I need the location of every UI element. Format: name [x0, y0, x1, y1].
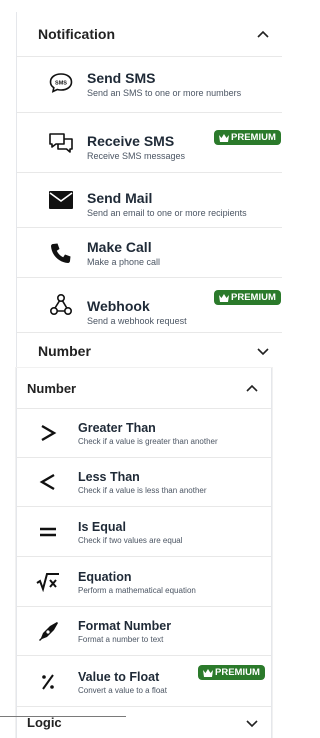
node-description: Check if a value is greater than another	[78, 437, 218, 446]
crown-icon	[219, 293, 229, 302]
node-value-to-float[interactable]: Value to Float Convert a value to a floa…	[17, 656, 271, 707]
premium-badge: PREMIUM	[198, 665, 265, 680]
node-title: Equation	[78, 570, 132, 584]
canvas-connector-line	[0, 716, 126, 717]
node-description: Format a number to text	[78, 635, 164, 644]
premium-badge: PREMIUM	[214, 290, 281, 305]
node-description: Check if two values are equal	[78, 536, 183, 545]
node-title: Is Equal	[78, 520, 126, 534]
square-root-icon	[34, 568, 62, 596]
premium-badge: PREMIUM	[214, 130, 281, 145]
node-description: Convert a value to a float	[78, 686, 167, 695]
notification-panel: Notification SMS Send SMS Send an SMS to…	[16, 12, 282, 368]
sms-bubble-icon: SMS	[47, 69, 75, 97]
node-title: Webhook	[87, 298, 150, 314]
envelope-icon	[47, 186, 75, 214]
node-webhook[interactable]: Webhook Send a webhook request PREMIUM	[17, 278, 282, 333]
node-less-than[interactable]: Less Than Check if a value is less than …	[17, 458, 271, 507]
node-title: Send Mail	[87, 190, 153, 206]
number-section-header[interactable]: Number	[17, 368, 271, 409]
premium-label: PREMIUM	[231, 292, 276, 303]
pen-icon	[34, 617, 62, 645]
section-title: Notification	[38, 26, 115, 42]
node-title: Value to Float	[78, 670, 160, 684]
node-description: Check if a value is less than another	[78, 486, 207, 495]
node-description: Perform a mathematical equation	[78, 586, 196, 595]
node-receive-sms[interactable]: Receive SMS Receive SMS messages PREMIUM	[17, 113, 282, 173]
node-description: Send a webhook request	[87, 316, 187, 326]
node-greater-than[interactable]: Greater Than Check if a value is greater…	[17, 409, 271, 458]
crown-icon	[203, 668, 213, 677]
section-title: Number	[38, 342, 91, 359]
node-title: Greater Than	[78, 421, 156, 435]
premium-label: PREMIUM	[215, 667, 260, 678]
logic-section-header-collapsed[interactable]: Logic	[17, 707, 271, 738]
node-send-sms[interactable]: SMS Send SMS Send an SMS to one or more …	[17, 57, 282, 113]
node-title: Send SMS	[87, 70, 156, 86]
node-make-call[interactable]: Make Call Make a phone call	[17, 228, 282, 278]
percent-icon	[34, 668, 62, 696]
node-description: Receive SMS messages	[87, 151, 186, 161]
node-is-equal[interactable]: Is Equal Check if two values are equal	[17, 507, 271, 557]
section-title: Number	[27, 380, 77, 396]
svg-text:SMS: SMS	[55, 80, 67, 86]
number-section-header-collapsed[interactable]: Number	[17, 333, 282, 368]
node-format-number[interactable]: Format Number Format a number to text	[17, 607, 271, 656]
number-panel: Number Greater Than Check if a value is …	[16, 368, 272, 738]
section-title: Logic	[27, 715, 62, 730]
node-equation[interactable]: Equation Perform a mathematical equation	[17, 557, 271, 607]
chevron-down-icon	[257, 347, 269, 355]
chat-bubbles-icon	[47, 129, 75, 157]
premium-label: PREMIUM	[231, 132, 276, 143]
equals-icon	[34, 518, 62, 546]
node-title: Make Call	[87, 239, 152, 255]
chevron-up-icon	[257, 30, 269, 38]
node-description: Send an email to one or more recipients	[87, 208, 247, 218]
notification-section-header[interactable]: Notification	[17, 12, 282, 57]
crown-icon	[219, 133, 229, 142]
node-title: Less Than	[78, 470, 140, 484]
less-than-icon	[34, 468, 62, 496]
node-send-mail[interactable]: Send Mail Send an email to one or more r…	[17, 173, 282, 228]
chevron-down-icon	[246, 719, 258, 727]
phone-icon	[47, 239, 75, 267]
node-title: Format Number	[78, 619, 172, 633]
node-title: Receive SMS	[87, 133, 175, 149]
greater-than-icon	[34, 419, 62, 447]
chevron-up-icon	[246, 384, 258, 392]
node-description: Send an SMS to one or more numbers	[87, 88, 242, 98]
node-description: Make a phone call	[87, 257, 161, 267]
webhook-icon	[47, 291, 75, 319]
